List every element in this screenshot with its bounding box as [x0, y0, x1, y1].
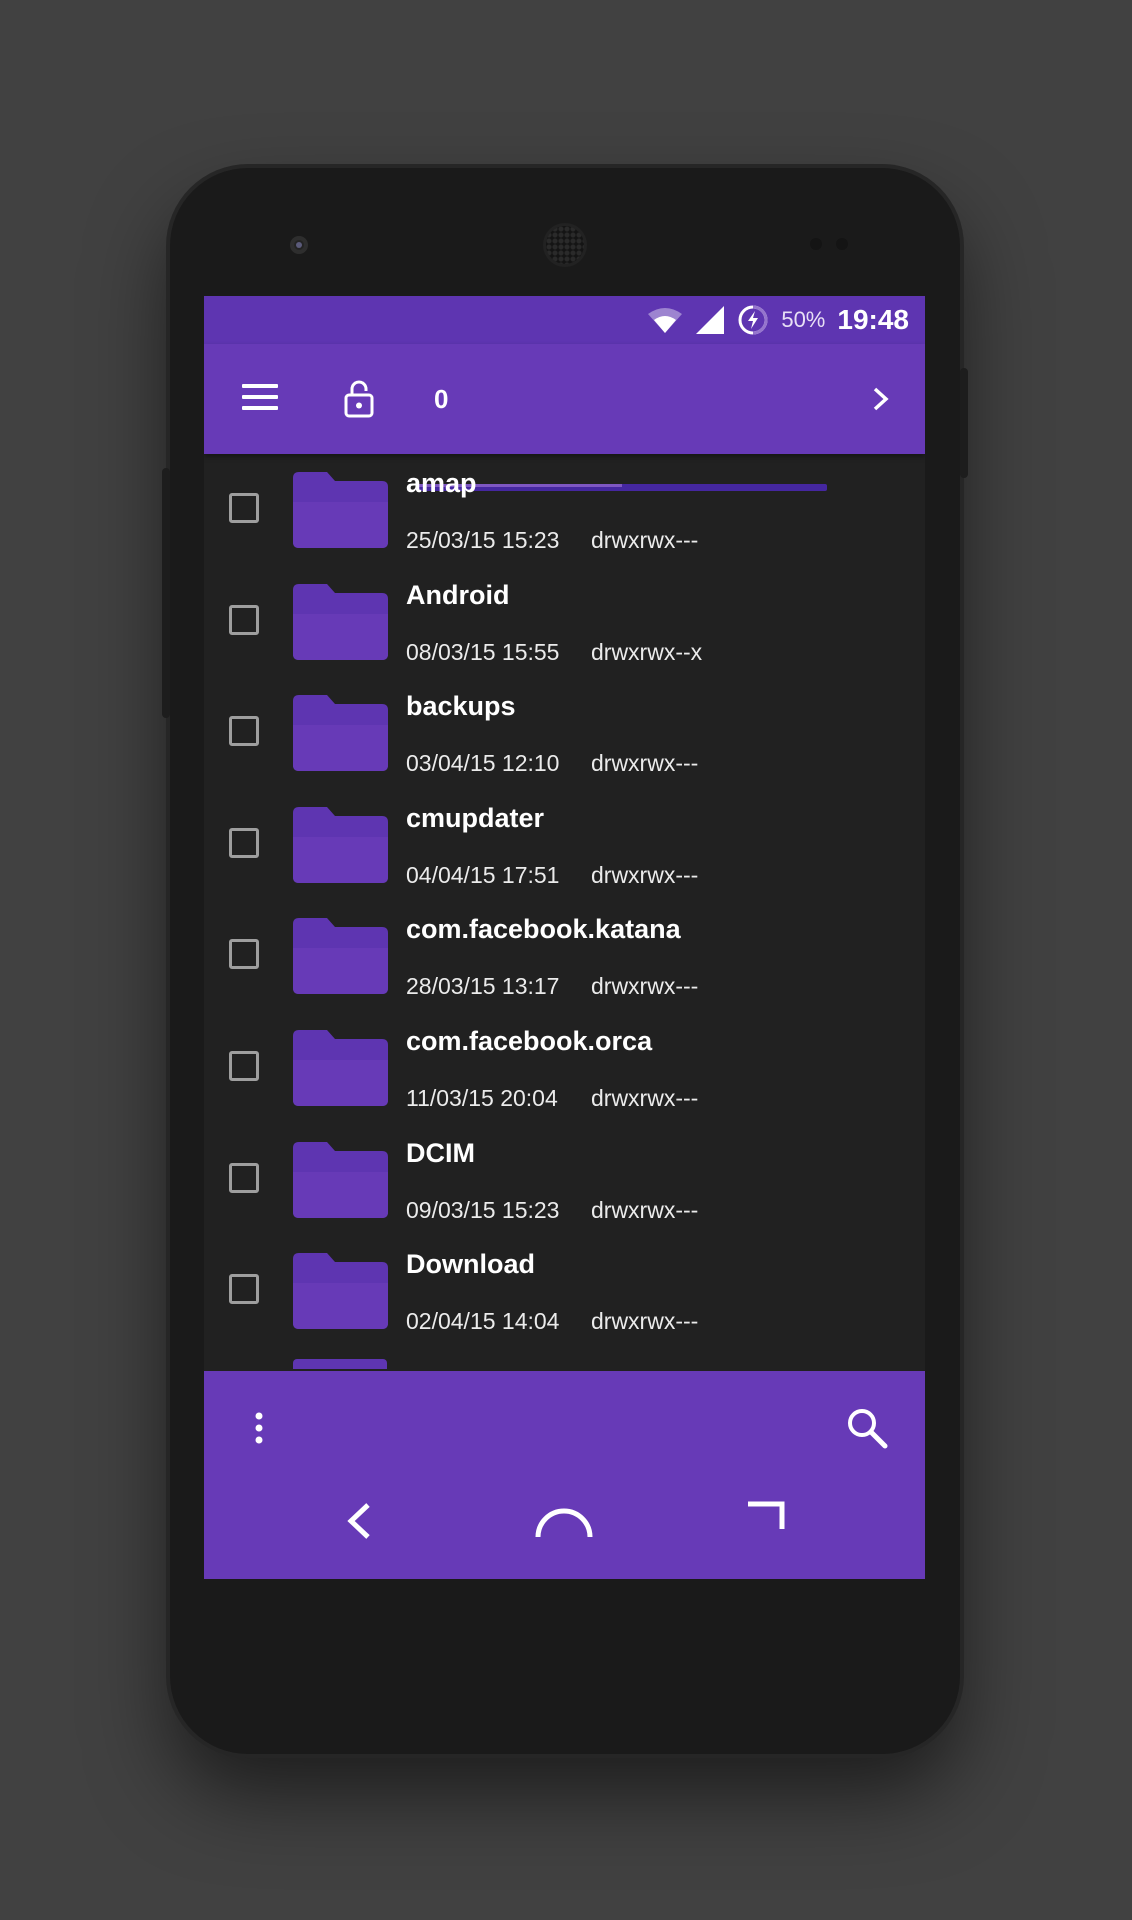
battery-charging-icon	[738, 305, 768, 335]
folder-icon	[293, 1141, 388, 1218]
unlock-icon[interactable]	[344, 380, 374, 418]
file-permissions: drwxrwx---	[591, 973, 699, 1000]
folder-icon	[293, 583, 388, 660]
bottom-action-bar	[204, 1371, 925, 1579]
list-item[interactable]: com.facebook.orca 11/03/15 20:04 drwxrwx--…	[204, 1012, 925, 1124]
file-permissions: drwxrwx---	[591, 1196, 699, 1223]
menu-icon[interactable]	[242, 384, 278, 412]
folder-icon	[293, 695, 388, 772]
light-sensor	[836, 238, 848, 250]
file-date: 02/04/15 14:04	[406, 1308, 560, 1335]
folder-icon-partial	[293, 1359, 387, 1369]
folder-icon	[293, 1253, 388, 1330]
folder-icon	[293, 918, 388, 995]
select-checkbox[interactable]	[229, 604, 259, 635]
file-date: 25/03/15 15:23	[406, 527, 560, 553]
select-checkbox[interactable]	[229, 1050, 259, 1081]
list-item[interactable]: Download 02/04/15 14:04 drwxrwx---	[204, 1235, 925, 1347]
select-checkbox[interactable]	[229, 827, 259, 858]
list-item[interactable]: backups 03/04/15 12:10 drwxrwx---	[204, 677, 925, 789]
file-name: backups	[406, 691, 516, 722]
status-bar: 50% 19:48	[204, 296, 925, 344]
list-item[interactable]: com.facebook.katana 28/03/15 13:17 drwxrwx…	[204, 900, 925, 1012]
select-checkbox[interactable]	[229, 716, 259, 747]
file-name: Android	[406, 579, 510, 610]
status-clock: 19:48	[837, 304, 909, 335]
file-name: DCIM	[406, 1137, 475, 1168]
file-name: Download	[406, 1249, 535, 1280]
list-item[interactable]: cmupdater 04/04/15 17:51 drwxrwx---	[204, 789, 925, 901]
file-permissions: drwxrwx--x	[591, 638, 703, 665]
back-icon[interactable]	[344, 1501, 374, 1541]
file-date: 08/03/15 15:55	[406, 638, 560, 665]
file-date: 04/04/15 17:51	[406, 861, 560, 888]
list-item[interactable]: DCIM 09/03/15 15:23 drwxrwx---	[204, 1124, 925, 1236]
file-name: amap	[406, 468, 477, 498]
file-date: 09/03/15 15:23	[406, 1196, 560, 1223]
earpiece-speaker	[546, 226, 584, 264]
file-list[interactable]: amap 25/03/15 15:23 drwxrwx--- Android 08/03…	[204, 454, 925, 1366]
home-icon[interactable]	[534, 1507, 594, 1539]
file-date: 11/03/15 20:04	[406, 1084, 558, 1111]
wifi-icon	[648, 308, 683, 333]
select-checkbox[interactable]	[229, 1162, 259, 1193]
file-name: com.facebook.katana	[406, 914, 681, 945]
folder-icon	[293, 472, 388, 548]
file-permissions: drwxrwx---	[591, 1308, 699, 1335]
folder-icon	[293, 1029, 388, 1106]
list-item[interactable]: amap 25/03/15 15:23 drwxrwx---	[204, 454, 925, 566]
file-name: com.facebook.orca	[406, 1025, 653, 1056]
selection-count: 0	[434, 384, 449, 414]
recents-icon[interactable]	[746, 1501, 786, 1533]
screen: 50% 19:48 0 amap 25/03/15 15:23 drwxrwx---…	[204, 296, 925, 1579]
file-name: cmupdater	[406, 802, 545, 833]
file-date: 28/03/15 13:17	[406, 973, 560, 1000]
list-item[interactable]: Android 08/03/15 15:55 drwxrwx--x	[204, 566, 925, 678]
proximity-sensor	[810, 238, 822, 250]
app-bar: 0	[204, 344, 925, 491]
cell-signal-icon	[696, 306, 725, 334]
file-date: 03/04/15 12:10	[406, 750, 560, 777]
file-permissions: drwxrwx---	[591, 750, 699, 777]
file-permissions: drwxrwx---	[591, 1084, 699, 1111]
search-icon[interactable]	[846, 1407, 888, 1449]
file-permissions: drwxrwx---	[591, 527, 699, 553]
volume-button	[162, 468, 170, 718]
front-camera	[290, 236, 308, 254]
select-checkbox[interactable]	[229, 1274, 259, 1305]
power-button	[960, 368, 968, 478]
select-checkbox[interactable]	[229, 493, 259, 523]
battery-percentage: 50%	[781, 307, 826, 332]
folder-icon	[293, 806, 388, 883]
select-checkbox[interactable]	[229, 939, 259, 970]
overflow-menu-icon[interactable]	[254, 1411, 264, 1445]
file-permissions: drwxrwx---	[591, 861, 699, 888]
chevron-right-icon[interactable]	[872, 386, 890, 412]
